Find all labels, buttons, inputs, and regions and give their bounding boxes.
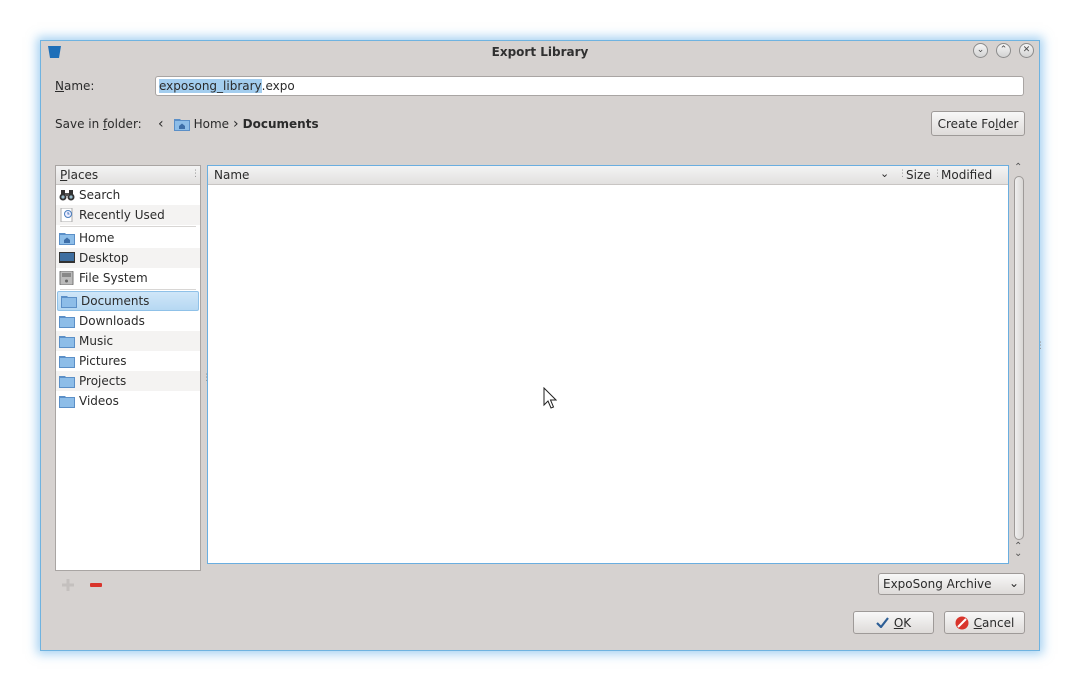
home-folder-icon bbox=[59, 233, 75, 245]
place-item-projects[interactable]: Projects bbox=[56, 371, 200, 391]
scroll-up-icon[interactable]: ⌃ bbox=[1014, 162, 1022, 173]
drive-icon bbox=[59, 271, 74, 285]
place-item-documents[interactable]: Documents bbox=[57, 291, 199, 311]
close-button[interactable]: ✕ bbox=[1019, 43, 1034, 58]
breadcrumb-back-arrow[interactable]: ‹ bbox=[158, 116, 164, 132]
save-in-folder-label: Save in folder: bbox=[55, 117, 142, 131]
place-item-pictures[interactable]: Pictures bbox=[56, 351, 200, 371]
home-folder-icon bbox=[173, 119, 190, 131]
name-input-extension: .expo bbox=[261, 79, 295, 93]
cancel-button[interactable]: Cancel bbox=[944, 611, 1025, 634]
cancel-icon bbox=[955, 616, 969, 629]
export-library-dialog: Export Library ⌄ ⌃ ✕ Name: exposong_libr… bbox=[40, 40, 1045, 651]
place-item-recently-used[interactable]: Recently Used bbox=[56, 205, 200, 225]
place-item-videos[interactable]: Videos bbox=[56, 391, 200, 411]
places-separator bbox=[60, 226, 196, 227]
place-item-music[interactable]: Music bbox=[56, 331, 200, 351]
folder-icon bbox=[59, 376, 75, 388]
name-input-selected-text: exposong_library bbox=[159, 79, 262, 93]
chevron-down-icon: ⌄ bbox=[976, 45, 985, 55]
title-bar[interactable]: Export Library ⌄ ⌃ ✕ bbox=[41, 41, 1039, 63]
binoculars-icon bbox=[59, 190, 75, 201]
place-item-search[interactable]: Search bbox=[56, 185, 200, 205]
chevron-up-icon: ⌃ bbox=[999, 45, 1008, 55]
folder-icon bbox=[59, 356, 75, 368]
sort-chevron-down-icon[interactable]: ⌄ bbox=[880, 167, 889, 180]
folder-icon bbox=[59, 336, 75, 348]
resize-grip[interactable]: ⋮ bbox=[1036, 341, 1045, 353]
places-header: Places ⋮ bbox=[56, 166, 200, 185]
place-item-home[interactable]: Home bbox=[56, 228, 200, 248]
folder-icon bbox=[61, 296, 77, 308]
place-item-downloads[interactable]: Downloads bbox=[56, 311, 200, 331]
places-panel: Places ⋮ Search Recently Used Home Deskt… bbox=[55, 165, 201, 571]
file-list-header: Name ⌄ ⋮ Size ⋮ Modified bbox=[208, 166, 1008, 185]
checkmark-icon bbox=[876, 617, 889, 628]
minimize-button[interactable]: ⌄ bbox=[973, 43, 988, 58]
breadcrumb-home[interactable]: Home bbox=[194, 117, 229, 131]
close-icon: ✕ bbox=[1022, 45, 1031, 55]
place-item-file-system[interactable]: File System bbox=[56, 268, 200, 288]
name-input[interactable]: exposong_library .expo bbox=[155, 76, 1024, 96]
window-title: Export Library bbox=[491, 45, 589, 59]
remove-place-icon[interactable] bbox=[89, 579, 103, 591]
mouse-cursor-icon bbox=[543, 387, 557, 409]
column-modified[interactable]: Modified bbox=[941, 168, 992, 182]
maximize-button[interactable]: ⌃ bbox=[996, 43, 1011, 58]
file-type-filter-select[interactable]: ExpoSong Archive ⌄ bbox=[878, 573, 1025, 595]
clock-icon bbox=[60, 208, 73, 222]
scrollbar-thumb[interactable] bbox=[1014, 176, 1024, 540]
splitter-handle[interactable]: ⋮ bbox=[202, 373, 211, 387]
create-folder-button[interactable]: Create Folder bbox=[931, 111, 1025, 136]
breadcrumb: ‹ Home › Documents bbox=[158, 115, 319, 133]
add-place-icon[interactable] bbox=[61, 579, 75, 591]
folder-icon bbox=[59, 396, 75, 408]
places-separator bbox=[60, 289, 196, 290]
ok-button[interactable]: OK bbox=[853, 611, 934, 634]
vertical-scrollbar[interactable]: ⌃ ⌃ ⌄ bbox=[1013, 162, 1025, 564]
desktop-icon bbox=[59, 252, 75, 263]
place-item-desktop[interactable]: Desktop bbox=[56, 248, 200, 268]
chevron-down-icon: ⌄ bbox=[1008, 576, 1019, 590]
column-size[interactable]: Size bbox=[906, 168, 931, 182]
column-name[interactable]: Name bbox=[214, 168, 249, 182]
file-list[interactable]: Name ⌄ ⋮ Size ⋮ Modified bbox=[207, 165, 1009, 564]
scroll-down-double-icon[interactable]: ⌃ ⌄ bbox=[1014, 542, 1022, 559]
folder-icon bbox=[59, 316, 75, 328]
breadcrumb-documents[interactable]: Documents bbox=[243, 117, 319, 131]
name-label: Name: bbox=[55, 79, 95, 93]
breadcrumb-separator: › bbox=[233, 116, 239, 132]
